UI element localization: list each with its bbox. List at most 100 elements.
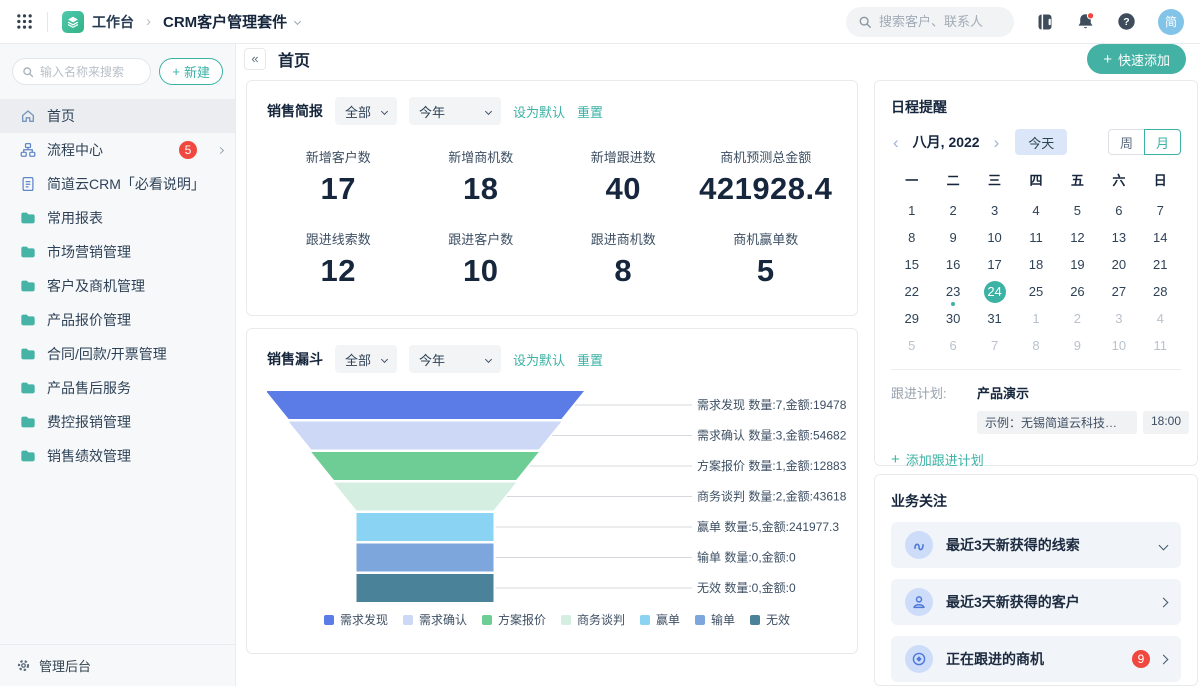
legend-item[interactable]: 商务谈判	[561, 611, 625, 628]
calendar-day[interactable]: 24	[974, 278, 1015, 305]
calendar-day[interactable]: 8	[891, 224, 932, 251]
focus-item[interactable]: 正在跟进的商机9	[891, 636, 1181, 682]
app-title[interactable]: CRM客户管理套件	[163, 11, 287, 32]
calendar-day[interactable]: 20	[1098, 251, 1139, 278]
sidebar-item[interactable]: 客户及商机管理	[0, 269, 235, 303]
notifications-bell-icon[interactable]	[1076, 12, 1095, 31]
month-toggle[interactable]: 月	[1144, 129, 1181, 155]
sidebar-item[interactable]: 简道云CRM「必看说明」	[0, 167, 235, 201]
calendar-day[interactable]: 23	[932, 278, 973, 305]
address-book-icon[interactable]	[1036, 13, 1054, 31]
calendar-day[interactable]: 22	[891, 278, 932, 305]
legend-item[interactable]: 方案报价	[482, 611, 546, 628]
sales-funnel-scope-select[interactable]: 全部	[335, 345, 397, 373]
sidebar-item[interactable]: 费控报销管理	[0, 405, 235, 439]
calendar-day[interactable]: 1	[1015, 305, 1056, 332]
admin-console-button[interactable]: 管理后台	[0, 644, 235, 686]
calendar-day[interactable]: 14	[1140, 224, 1181, 251]
calendar-day[interactable]: 4	[1015, 197, 1056, 224]
sidebar-item[interactable]: 市场营销管理	[0, 235, 235, 269]
sidebar-item[interactable]: 产品售后服务	[0, 371, 235, 405]
calendar-day[interactable]: 27	[1098, 278, 1139, 305]
quick-add-button[interactable]: + 快速添加	[1087, 44, 1186, 74]
sidebar-item[interactable]: 销售绩效管理	[0, 439, 235, 473]
calendar-day[interactable]: 3	[1098, 305, 1139, 332]
sidebar-search[interactable]	[12, 58, 151, 85]
focus-item[interactable]: 最近3天新获得的线索	[891, 522, 1181, 568]
sales-brief-period-select[interactable]: 今年	[409, 97, 501, 125]
calendar-day[interactable]: 11	[1140, 332, 1181, 359]
sidebar-item[interactable]: 首页	[0, 99, 235, 133]
sales-funnel-period-select[interactable]: 今年	[409, 345, 501, 373]
prev-month-icon[interactable]: ‹	[891, 134, 901, 151]
plan-title[interactable]: 产品演示	[977, 383, 1189, 402]
calendar-day[interactable]: 8	[1015, 332, 1056, 359]
focus-item[interactable]: 最近3天新获得的客户	[891, 579, 1181, 625]
global-search[interactable]	[846, 7, 1014, 37]
svg-text:方案报价 数量:1,金额:128837.7: 方案报价 数量:1,金额:128837.7	[697, 458, 847, 473]
calendar-day[interactable]: 9	[932, 224, 973, 251]
legend-item[interactable]: 需求发现	[324, 611, 388, 628]
sales-brief-scope-select[interactable]: 全部	[335, 97, 397, 125]
calendar-day[interactable]: 30	[932, 305, 973, 332]
sidebar-item[interactable]: 流程中心5	[0, 133, 235, 167]
calendar-day[interactable]: 7	[1140, 197, 1181, 224]
calendar-day[interactable]: 1	[891, 197, 932, 224]
calendar-day[interactable]: 10	[1098, 332, 1139, 359]
notification-badge: 5	[179, 141, 197, 159]
calendar-day[interactable]: 12	[1057, 224, 1098, 251]
calendar-day[interactable]: 18	[1015, 251, 1056, 278]
app-title-caret-icon[interactable]	[294, 18, 301, 25]
calendar-day[interactable]: 6	[1098, 197, 1139, 224]
calendar-day[interactable]: 6	[932, 332, 973, 359]
workspace-label[interactable]: 工作台	[92, 12, 134, 32]
calendar-day[interactable]: 26	[1057, 278, 1098, 305]
calendar-day[interactable]: 16	[932, 251, 973, 278]
set-default-link[interactable]: 设为默认	[513, 350, 565, 369]
legend-item[interactable]: 需求确认	[403, 611, 467, 628]
svg-text:需求发现 数量:7,金额:194789.4: 需求发现 数量:7,金额:194789.4	[697, 397, 847, 412]
calendar-day[interactable]: 9	[1057, 332, 1098, 359]
calendar-day[interactable]: 2	[1057, 305, 1098, 332]
calendar-day[interactable]: 15	[891, 251, 932, 278]
week-toggle[interactable]: 周	[1108, 129, 1145, 155]
next-month-icon[interactable]: ›	[992, 134, 1002, 151]
calendar-day[interactable]: 7	[974, 332, 1015, 359]
calendar-day[interactable]: 19	[1057, 251, 1098, 278]
user-avatar[interactable]: 简	[1158, 9, 1184, 35]
calendar-day[interactable]: 5	[1057, 197, 1098, 224]
calendar-day[interactable]: 3	[974, 197, 1015, 224]
chevron-right-icon[interactable]	[217, 146, 224, 153]
global-search-input[interactable]	[879, 14, 1002, 29]
calendar-day[interactable]: 2	[932, 197, 973, 224]
today-button[interactable]: 今天	[1015, 129, 1067, 155]
legend-item[interactable]: 输单	[695, 611, 735, 628]
calendar-day[interactable]: 4	[1140, 305, 1181, 332]
reset-link[interactable]: 重置	[577, 102, 603, 121]
help-icon[interactable]: ?	[1117, 12, 1136, 31]
sidebar-collapse-icon[interactable]: «	[244, 48, 266, 70]
apps-grid-icon[interactable]	[16, 13, 33, 30]
calendar-day[interactable]: 13	[1098, 224, 1139, 251]
calendar-day[interactable]: 25	[1015, 278, 1056, 305]
legend-item[interactable]: 无效	[750, 611, 790, 628]
set-default-link[interactable]: 设为默认	[513, 102, 565, 121]
sidebar-search-input[interactable]	[40, 65, 141, 79]
calendar-day[interactable]: 11	[1015, 224, 1056, 251]
calendar-day[interactable]: 31	[974, 305, 1015, 332]
app-logo-icon[interactable]	[62, 11, 84, 33]
legend-item[interactable]: 赢单	[640, 611, 680, 628]
calendar-day[interactable]: 5	[891, 332, 932, 359]
new-button[interactable]: + 新建	[159, 58, 223, 85]
sidebar-item[interactable]: 产品报价管理	[0, 303, 235, 337]
calendar-day[interactable]: 28	[1140, 278, 1181, 305]
plan-detail-pill[interactable]: 示例：无锡简道云科技有限...	[977, 411, 1137, 434]
sidebar-item[interactable]: 合同/回款/开票管理	[0, 337, 235, 371]
reset-link[interactable]: 重置	[577, 350, 603, 369]
calendar-day[interactable]: 10	[974, 224, 1015, 251]
calendar-day[interactable]: 17	[974, 251, 1015, 278]
add-plan-link[interactable]: + 添加跟进计划	[891, 450, 1181, 469]
calendar-day[interactable]: 29	[891, 305, 932, 332]
calendar-day[interactable]: 21	[1140, 251, 1181, 278]
sidebar-item[interactable]: 常用报表	[0, 201, 235, 235]
